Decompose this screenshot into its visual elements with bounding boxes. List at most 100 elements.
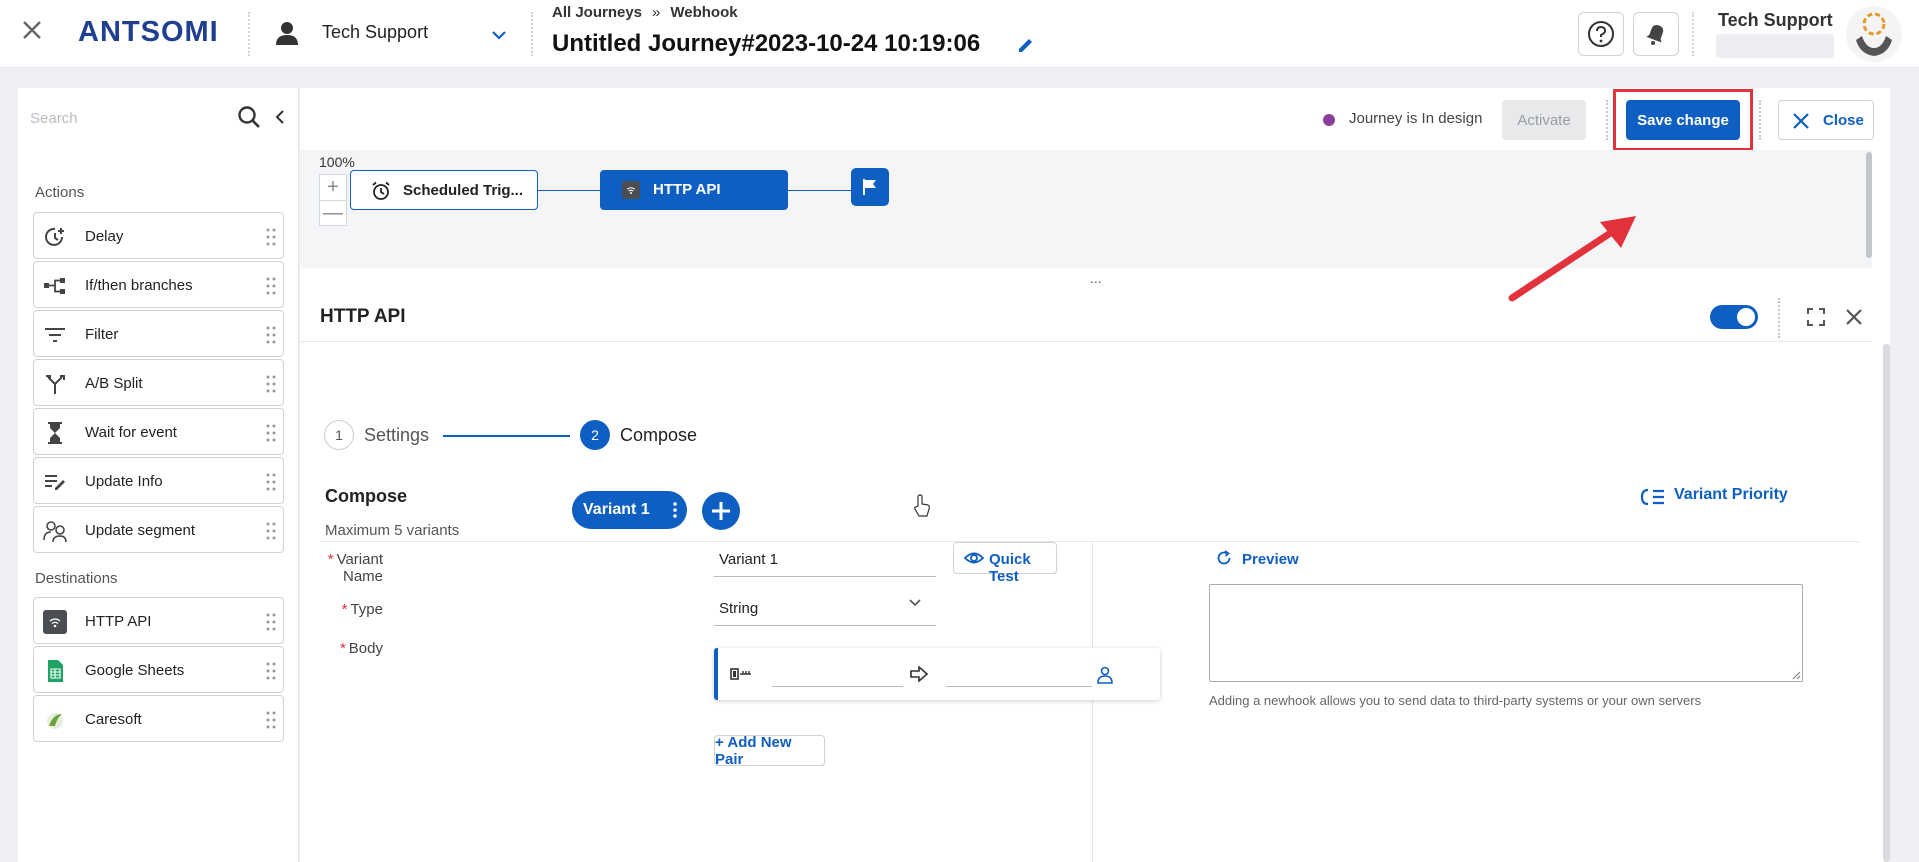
node-item-ab-split[interactable]: A/B Split xyxy=(33,359,284,406)
hourglass-icon xyxy=(48,422,62,444)
preview-textarea[interactable] xyxy=(1209,584,1803,682)
node-item-delay[interactable]: Delay xyxy=(33,212,284,259)
field-label: Body xyxy=(348,640,383,657)
drag-handle-icon[interactable] xyxy=(266,710,276,730)
divider xyxy=(1778,298,1782,338)
flow-node-http-api[interactable]: HTTP API xyxy=(600,170,788,210)
branch-icon xyxy=(44,278,65,294)
required-mark: * xyxy=(327,551,334,568)
node-item-label: Wait for event xyxy=(85,424,177,441)
drag-handle-icon[interactable] xyxy=(266,661,276,681)
key-icon xyxy=(730,668,751,680)
drag-handle-icon[interactable] xyxy=(266,472,276,492)
variant-name-input[interactable]: Variant 1 xyxy=(714,543,936,577)
drag-handle-icon[interactable] xyxy=(266,521,276,541)
zoom-controls: + — xyxy=(319,174,347,226)
add-variant-button[interactable] xyxy=(702,492,740,530)
quick-test-button[interactable]: Quick Test xyxy=(953,542,1057,585)
flow-connector xyxy=(538,190,600,191)
zoom-level: 100% xyxy=(319,154,355,170)
canvas-scrollbar[interactable] xyxy=(1866,152,1872,258)
variant-tab-label: Variant 1 xyxy=(583,501,650,518)
type-select[interactable]: String xyxy=(714,592,936,626)
flag-icon xyxy=(863,179,876,195)
destinations-section-title: Destinations xyxy=(35,570,118,587)
segment-icon xyxy=(43,521,67,543)
chevron-left-icon[interactable] xyxy=(272,108,288,126)
cursor-icon xyxy=(914,494,930,517)
flow-node-label: Scheduled Trig... xyxy=(403,182,524,199)
person-icon[interactable] xyxy=(1096,666,1114,684)
node-item-if-then[interactable]: If/then branches xyxy=(33,261,284,308)
divider xyxy=(1092,541,1093,862)
divider xyxy=(1759,100,1763,140)
antsomi-logo: ANTSOMI xyxy=(78,16,219,48)
node-item-update-segment[interactable]: Update segment xyxy=(33,506,284,553)
help-button[interactable] xyxy=(1578,12,1624,56)
add-new-pair-button[interactable]: + Add New Pair xyxy=(714,734,825,768)
variant-tab[interactable]: Variant 1 xyxy=(572,491,687,529)
flow-node-end[interactable] xyxy=(851,168,889,206)
search-input[interactable]: Search xyxy=(30,110,78,127)
user-name: Tech Support xyxy=(1718,10,1833,30)
node-item-label: A/B Split xyxy=(85,375,143,392)
split-icon xyxy=(46,375,65,394)
breadcrumb-all-journeys[interactable]: All Journeys xyxy=(552,4,642,21)
user-icon xyxy=(276,22,298,45)
node-item-filter[interactable]: Filter xyxy=(33,310,284,357)
chevron-down-icon[interactable] xyxy=(908,598,922,608)
body-value-input[interactable] xyxy=(946,686,1092,687)
drag-handle-icon[interactable] xyxy=(266,276,276,296)
status-dot xyxy=(1323,114,1335,126)
required-mark: * xyxy=(341,601,348,618)
drag-handle-icon[interactable] xyxy=(266,374,276,394)
pencil-icon[interactable] xyxy=(1016,35,1036,55)
zoom-out-button[interactable]: — xyxy=(320,201,346,227)
drag-handle-icon[interactable] xyxy=(266,612,276,632)
search-icon[interactable] xyxy=(236,104,262,130)
resize-grip-icon[interactable] xyxy=(1791,670,1801,680)
delay-icon xyxy=(45,227,64,246)
node-item-label: If/then branches xyxy=(85,277,193,294)
field-label: Variant Name xyxy=(336,551,383,585)
resize-handle[interactable]: ... xyxy=(1090,270,1102,286)
account-name[interactable]: Tech Support xyxy=(322,22,428,43)
actions-section-title: Actions xyxy=(35,184,85,201)
activate-button[interactable]: Activate xyxy=(1502,100,1586,140)
step-connector xyxy=(443,435,570,437)
notification-button[interactable] xyxy=(1633,12,1679,56)
flow-node-trigger[interactable]: Scheduled Trig... xyxy=(350,170,538,210)
kebab-menu-icon[interactable] xyxy=(672,502,678,518)
enable-toggle[interactable] xyxy=(1710,305,1758,329)
body-key-input[interactable] xyxy=(772,686,903,687)
plus-icon xyxy=(712,502,730,520)
node-item-wait-for-event[interactable]: Wait for event xyxy=(33,408,284,455)
node-item-google-sheets[interactable]: Google Sheets xyxy=(33,646,284,693)
node-item-update-info[interactable]: Update Info xyxy=(33,457,284,504)
close-button[interactable]: Close xyxy=(1778,100,1874,140)
close-icon[interactable] xyxy=(18,16,46,44)
chevron-down-icon[interactable] xyxy=(488,24,510,46)
panel-scrollbar[interactable] xyxy=(1883,344,1890,862)
drag-handle-icon[interactable] xyxy=(266,227,276,247)
fullscreen-icon[interactable] xyxy=(1806,307,1826,327)
divider xyxy=(1606,100,1610,140)
step-2-circle[interactable]: 2 xyxy=(580,420,610,450)
step-compose[interactable]: Compose xyxy=(620,425,697,446)
node-item-http-api[interactable]: HTTP API xyxy=(33,597,284,644)
drag-handle-icon[interactable] xyxy=(266,423,276,443)
close-icon[interactable] xyxy=(1844,307,1864,327)
zoom-in-button[interactable]: + xyxy=(320,175,346,201)
step-1-circle[interactable]: 1 xyxy=(324,420,354,450)
node-item-caresoft[interactable]: Caresoft xyxy=(33,695,284,742)
step-settings[interactable]: Settings xyxy=(364,425,429,446)
drag-handle-icon[interactable] xyxy=(266,325,276,345)
avatar[interactable] xyxy=(1846,6,1902,62)
divider xyxy=(1692,12,1694,56)
node-item-label: Update Info xyxy=(85,473,163,490)
priority-list-icon xyxy=(1640,488,1664,506)
breadcrumb-webhook[interactable]: Webhook xyxy=(670,4,737,21)
journey-title: Untitled Journey#2023-10-24 10:19:06 xyxy=(552,30,981,57)
quick-test-label: Quick Test xyxy=(989,551,1031,585)
preview-button[interactable]: Preview xyxy=(1216,550,1299,570)
